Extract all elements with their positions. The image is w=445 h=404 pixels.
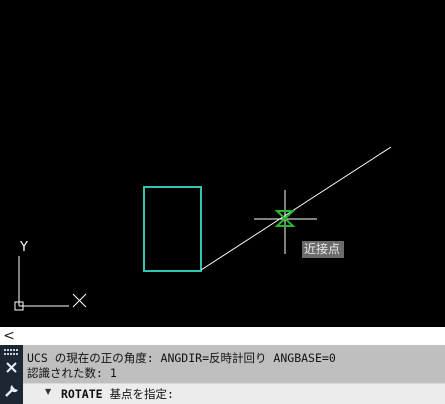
command-line-panel: UCS の現在の正の角度: ANGDIR=反時計回り ANGBASE=0 認識さ… <box>0 345 445 404</box>
drawing-svg: Y <box>14 146 392 311</box>
wrench-icon[interactable] <box>0 381 23 399</box>
ucs-x-label-icon <box>72 293 87 308</box>
grip-handle-icon[interactable] <box>4 349 19 357</box>
history-line: UCS の現在の正の角度: ANGDIR=反時計回り ANGBASE=0 <box>27 351 336 365</box>
selected-rectangle[interactable] <box>143 186 202 272</box>
recent-commands-dropdown-icon[interactable]: ▼ <box>45 387 51 396</box>
ucs-y-label: Y <box>19 240 28 255</box>
scroll-left-button[interactable]: < <box>3 327 15 345</box>
prompt-line: ROTATE 基点を指定: <box>61 386 174 402</box>
command-prompt[interactable]: ▼ ROTATE 基点を指定: <box>23 384 445 404</box>
prompt-command: ROTATE <box>61 387 103 401</box>
close-icon[interactable] <box>0 359 23 377</box>
history-line: 認識された数: 1 <box>27 366 117 380</box>
selected-rectangle-inner[interactable] <box>143 186 202 272</box>
prompt-text: 基点を指定: <box>102 387 174 401</box>
snap-tooltip: 近接点 <box>302 241 345 258</box>
command-line-side-bar <box>0 345 23 404</box>
drawing-canvas[interactable]: Y 近接点 <box>0 0 445 327</box>
horizontal-scrollbar[interactable]: < <box>0 327 445 345</box>
diagonal-line[interactable] <box>200 146 392 271</box>
command-history: UCS の現在の正の角度: ANGDIR=反時計回り ANGBASE=0 認識さ… <box>23 345 445 383</box>
